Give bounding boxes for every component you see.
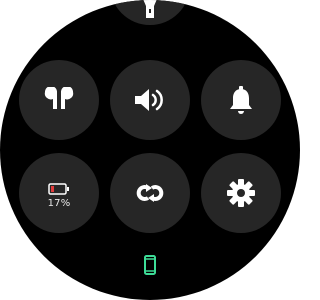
flashlight-icon: [143, 0, 157, 18]
earbuds-button[interactable]: [19, 60, 99, 140]
speaker-volume-icon: [135, 89, 163, 111]
gear-icon: [227, 179, 255, 207]
earbuds-icon: [44, 87, 74, 109]
flashlight-button[interactable]: [110, 0, 190, 25]
settings-button[interactable]: [201, 153, 281, 233]
battery-button[interactable]: 17%: [19, 153, 99, 233]
sun-icon: [223, 0, 241, 3]
partial-circle-icon: [49, 0, 79, 24]
brightness-button[interactable]: [203, 0, 283, 25]
sync-icon: [136, 184, 164, 202]
sound-button[interactable]: [110, 60, 190, 140]
watch-screen: 17%: [0, 0, 300, 300]
phone-connection-indicator[interactable]: [142, 254, 158, 276]
notifications-button[interactable]: [201, 60, 281, 140]
bell-icon: [230, 86, 252, 114]
sync-button[interactable]: [110, 153, 190, 233]
quick-tile-partial[interactable]: [9, 0, 89, 25]
phone-icon: [144, 255, 156, 275]
battery-icon: [48, 183, 69, 195]
battery-percent: 17%: [47, 198, 71, 209]
